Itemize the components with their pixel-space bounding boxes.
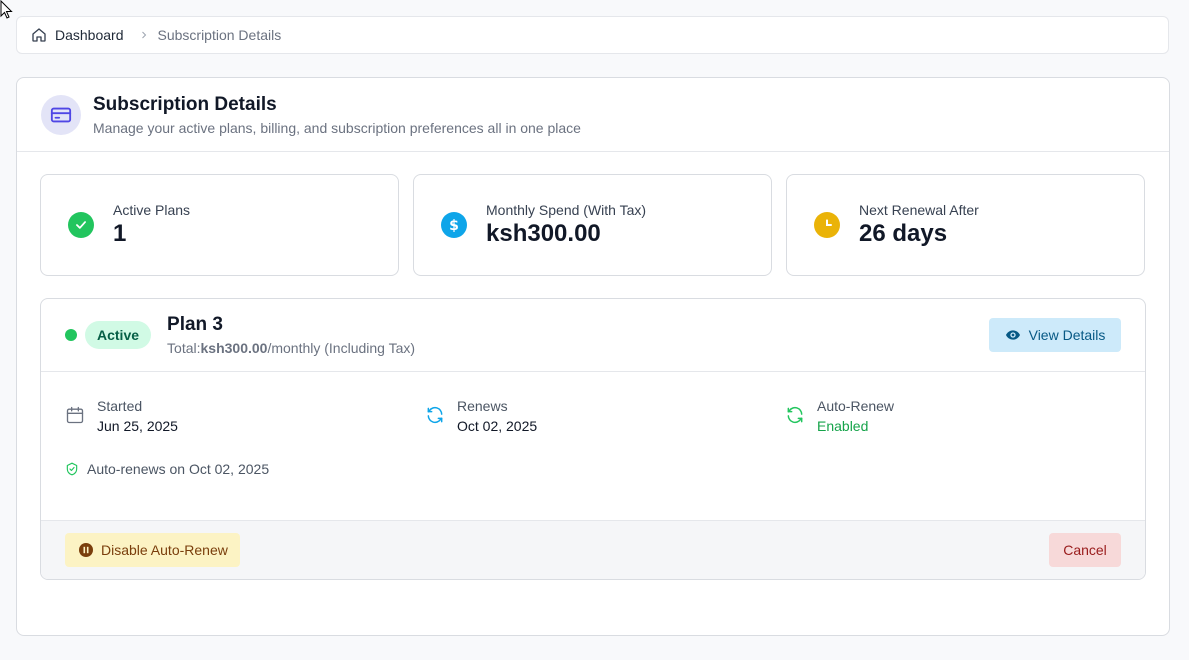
breadcrumb-home-label: Dashboard xyxy=(55,27,124,43)
page-subtitle: Manage your active plans, billing, and s… xyxy=(93,119,581,136)
chevron-right-icon xyxy=(138,29,150,41)
check-circle-icon xyxy=(68,212,94,238)
view-details-label: View Details xyxy=(1028,327,1106,343)
subscription-card: Subscription Details Manage your active … xyxy=(16,77,1170,636)
cancel-button[interactable]: Cancel xyxy=(1049,533,1121,567)
breadcrumb-home-link[interactable]: Dashboard xyxy=(31,27,124,43)
plan-details: Started Jun 25, 2025 Renews Oct 02, 2025 xyxy=(65,398,1145,434)
eye-icon xyxy=(1005,330,1020,340)
plan-total-prefix: Total: xyxy=(167,340,201,356)
detail-started: Started Jun 25, 2025 xyxy=(65,398,425,434)
stat-value: 26 days xyxy=(859,220,948,247)
auto-renew-note: Auto-renews on Oct 02, 2025 xyxy=(65,461,269,477)
breadcrumb: Dashboard Subscription Details xyxy=(16,16,1169,54)
auto-renew-note-text: Auto-renews on Oct 02, 2025 xyxy=(87,461,270,477)
stat-value: 1 xyxy=(113,220,127,247)
dollar-icon: $ xyxy=(441,212,467,238)
page-title: Subscription Details xyxy=(93,93,277,115)
mouse-cursor-icon xyxy=(0,0,13,19)
detail-renews: Renews Oct 02, 2025 xyxy=(425,398,785,434)
refresh-icon xyxy=(427,406,443,424)
view-details-button[interactable]: View Details xyxy=(989,318,1121,352)
stat-value: ksh300.00 xyxy=(486,220,601,247)
stat-label: Active Plans xyxy=(113,202,191,218)
svg-text:$: $ xyxy=(449,218,459,233)
home-icon xyxy=(32,28,46,42)
plan-total-suffix: /monthly (Including Tax) xyxy=(267,340,416,356)
stats-row: Active Plans 1 $ Monthly Spend (With Tax… xyxy=(40,174,1145,276)
plan-card: Active Plan 3 Total:ksh300.00/monthly (I… xyxy=(40,298,1146,580)
calendar-icon xyxy=(66,406,84,424)
detail-label: Started xyxy=(97,398,143,414)
status-badge: Active xyxy=(85,321,152,349)
status-dot xyxy=(65,329,77,341)
detail-value: Oct 02, 2025 xyxy=(457,418,538,434)
shield-check-icon xyxy=(66,462,78,476)
stat-next-renewal: Next Renewal After 26 days xyxy=(786,174,1145,276)
plan-name: Plan 3 xyxy=(167,314,224,335)
credit-card-icon xyxy=(41,94,81,135)
stat-active-plans: Active Plans 1 xyxy=(40,174,399,276)
plan-footer: Disable Auto-Renew Cancel xyxy=(41,520,1145,579)
refresh-icon xyxy=(787,406,803,424)
plan-header: Active Plan 3 Total:ksh300.00/monthly (I… xyxy=(41,299,1145,372)
clock-icon xyxy=(814,212,840,238)
plan-total: Total:ksh300.00/monthly (Including Tax) xyxy=(167,340,415,356)
pause-icon xyxy=(79,543,93,557)
detail-auto-renew: Auto-Renew Enabled xyxy=(785,398,1145,434)
plan-total-amount: ksh300.00 xyxy=(200,340,268,356)
disable-auto-renew-label: Disable Auto-Renew xyxy=(101,542,228,558)
disable-auto-renew-button[interactable]: Disable Auto-Renew xyxy=(65,533,240,567)
card-header: Subscription Details Manage your active … xyxy=(17,78,1169,152)
stat-label: Next Renewal After xyxy=(859,202,979,218)
stat-monthly-spend: $ Monthly Spend (With Tax) ksh300.00 xyxy=(413,174,772,276)
detail-value: Jun 25, 2025 xyxy=(97,418,178,434)
detail-value: Enabled xyxy=(817,418,869,434)
detail-label: Renews xyxy=(457,398,508,414)
stat-label: Monthly Spend (With Tax) xyxy=(486,202,647,218)
breadcrumb-current: Subscription Details xyxy=(157,27,282,43)
detail-label: Auto-Renew xyxy=(817,398,895,414)
